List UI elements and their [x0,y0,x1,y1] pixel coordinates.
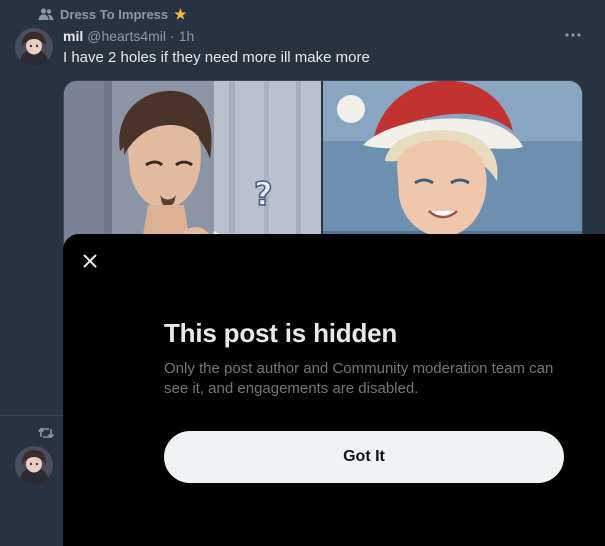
page: Dress To Impress ★ mil @hearts4mil · 1h … [0,0,605,546]
post-header: mil @hearts4mil · 1h [63,27,194,45]
close-icon[interactable] [75,246,105,276]
question-mark-glyph: ? [254,175,273,213]
avatar[interactable] [15,28,53,66]
hidden-post-sheet: This post is hidden Only the post author… [63,234,605,546]
header-separator: · [170,28,175,44]
post-text: I have 2 holes if they need more ill mak… [63,49,370,66]
author-name[interactable]: mil [63,28,83,44]
author-handle[interactable]: @hearts4mil [87,28,166,44]
community-people-icon [38,7,54,21]
community-context[interactable]: Dress To Impress ★ [38,5,187,23]
star-icon: ★ [174,6,187,22]
sheet-title: This post is hidden [164,318,398,348]
next-post-avatar[interactable] [15,446,53,484]
sheet-description: Only the post author and Community moder… [164,360,554,397]
post-time[interactable]: 1h [179,28,195,44]
community-name: Dress To Impress [60,6,169,22]
repost-icon [37,426,55,445]
got-it-button[interactable]: Got It [164,431,564,483]
more-dots-icon[interactable] [562,26,584,44]
